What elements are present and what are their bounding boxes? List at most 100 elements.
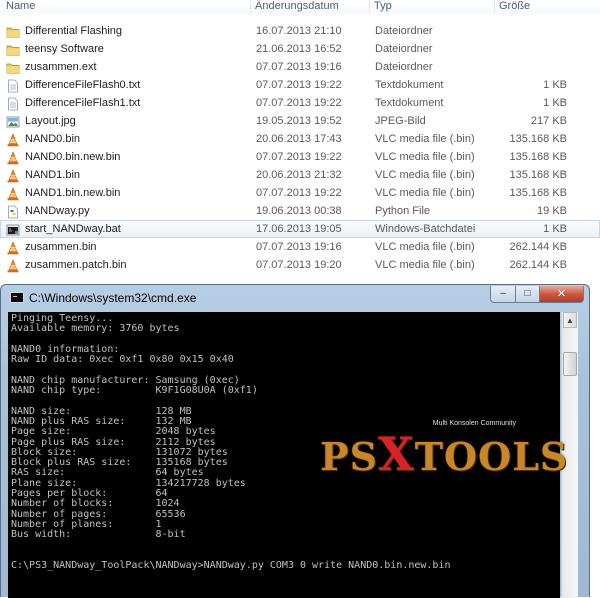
vlc-cone-icon [6, 187, 20, 201]
file-size: 1 KB [543, 223, 567, 235]
cmd-icon[interactable] [10, 292, 24, 303]
file-type: VLC media file (.bin) [375, 187, 475, 199]
file-type: VLC media file (.bin) [375, 241, 475, 253]
file-row[interactable]: Differential Flashing 16.07.2013 21:10 Dat… [0, 22, 600, 40]
file-date: 07.07.2013 19:22 [256, 151, 342, 163]
column-type[interactable]: Typ [374, 0, 392, 12]
watermark-ps: PS [320, 434, 379, 479]
watermark-x: X [378, 427, 415, 481]
file-date: 07.07.2013 19:20 [256, 259, 342, 271]
file-name: DifferenceFileFlash0.txt [25, 79, 141, 91]
file-row[interactable]: start_NANDway.bat 17.06.2013 19:05 Windows… [0, 220, 600, 238]
file-date: 17.06.2013 19:05 [256, 223, 342, 235]
file-date: 16.07.2013 21:10 [256, 25, 342, 37]
file-row[interactable]: NAND1.bin.new.bin 07.07.2013 19:22 VLC med… [0, 184, 600, 202]
maximize-button[interactable]: □ [515, 286, 540, 303]
watermark-tools: TOOLS [414, 434, 569, 479]
console-line: Bus width: 8-bit [11, 529, 186, 541]
file-row[interactable]: NANDway.py 19.06.2013 00:38 Python File 19 … [0, 202, 600, 220]
python-file-icon [6, 205, 20, 219]
file-date: 07.07.2013 19:22 [256, 79, 342, 91]
file-row[interactable]: zusammen.patch.bin 07.07.2013 19:20 VLC me… [0, 256, 600, 274]
file-type: Dateiordner [375, 61, 433, 73]
console-line: Available memory: 3760 bytes [11, 323, 180, 335]
file-size: 135.168 KB [509, 169, 568, 181]
scroll-up-arrow-icon[interactable]: ▲ [563, 312, 577, 328]
vlc-cone-icon [6, 133, 20, 147]
file-date: 21.06.2013 16:52 [256, 43, 342, 55]
file-size: 135.168 KB [509, 187, 568, 199]
vlc-cone-icon [6, 151, 20, 165]
image-file-icon [6, 115, 20, 129]
file-name: NAND1.bin [25, 169, 81, 181]
file-date: 20.06.2013 17:43 [256, 133, 342, 145]
file-size: 1 KB [543, 97, 567, 109]
file-name: zusammen.ext [25, 61, 97, 73]
file-type: VLC media file (.bin) [375, 169, 475, 181]
file-name: NAND1.bin.new.bin [25, 187, 121, 199]
file-list: Differential Flashing 16.07.2013 21:10 Dat… [0, 22, 600, 274]
column-size[interactable]: Größe [499, 0, 530, 12]
folder-icon [6, 61, 20, 75]
file-size: 262.144 KB [509, 259, 568, 271]
file-date: 20.06.2013 21:32 [256, 169, 342, 181]
file-type: Textdokument [375, 97, 444, 109]
file-name: teensy Software [25, 43, 104, 55]
file-row[interactable]: NAND1.bin 20.06.2013 21:32 VLC media file … [0, 166, 600, 184]
file-type: VLC media file (.bin) [375, 133, 475, 145]
file-size: 135.168 KB [509, 151, 568, 163]
console-line: C:\PS3_NANDway_ToolPack\NANDway>NANDway.… [11, 560, 451, 572]
file-date: 07.07.2013 19:16 [256, 241, 342, 253]
file-row[interactable]: NAND0.bin.new.bin 07.07.2013 19:22 VLC med… [0, 148, 600, 166]
file-row[interactable]: teensy Software 21.06.2013 16:52 Dateiordn… [0, 40, 600, 58]
folder-icon [6, 43, 20, 57]
file-name: NAND0.bin [25, 133, 81, 145]
file-type: Dateiordner [375, 43, 433, 55]
file-size: 135.168 KB [509, 133, 568, 145]
file-name: NAND0.bin.new.bin [25, 151, 121, 163]
file-name: Layout.jpg [25, 115, 76, 127]
file-name: zusammen.bin [25, 241, 97, 253]
vlc-cone-icon [6, 241, 20, 255]
file-row[interactable]: zusammen.bin 07.07.2013 19:16 VLC media fi… [0, 238, 600, 256]
column-name[interactable]: Name [6, 0, 35, 12]
vlc-cone-icon [6, 259, 20, 273]
file-type: Dateiordner [375, 25, 433, 37]
file-type: Python File [375, 205, 431, 217]
file-type: VLC media file (.bin) [375, 259, 475, 271]
file-row[interactable]: DifferenceFileFlash1.txt 07.07.2013 19:22… [0, 94, 600, 112]
file-row[interactable]: NAND0.bin 20.06.2013 17:43 VLC media file … [0, 130, 600, 148]
file-name: Differential Flashing [25, 25, 123, 37]
file-date: 19.05.2013 19:52 [256, 115, 342, 127]
file-date: 19.06.2013 00:38 [256, 205, 342, 217]
file-name: DifferenceFileFlash1.txt [25, 97, 141, 109]
column-divider[interactable] [494, 0, 495, 14]
text-file-icon [6, 79, 20, 93]
file-name: NANDway.py [25, 205, 90, 217]
file-size: 262.144 KB [509, 241, 568, 253]
scroll-thumb[interactable] [563, 352, 577, 376]
watermark-tagline: Multi Konsolen Community [432, 420, 516, 427]
file-size: 1 KB [543, 79, 567, 91]
file-type: JPEG-Bild [375, 115, 426, 127]
file-row[interactable]: DifferenceFileFlash0.txt 07.07.2013 19:22… [0, 76, 600, 94]
column-date[interactable]: Änderungsdatum [255, 0, 339, 12]
window-title: C:\Windows\system32\cmd.exe [29, 291, 197, 305]
vlc-cone-icon [6, 169, 20, 183]
column-divider[interactable] [250, 0, 251, 14]
file-type: Windows-Batchdatei [375, 223, 476, 235]
close-button[interactable]: ✕ [539, 286, 584, 303]
minimize-button[interactable]: – [490, 286, 516, 303]
column-divider[interactable] [369, 0, 370, 14]
file-size: 19 KB [537, 205, 567, 217]
file-row[interactable]: Layout.jpg 19.05.2013 19:52 JPEG-Bild 217 K… [0, 112, 600, 130]
file-date: 07.07.2013 19:22 [256, 97, 342, 109]
watermark-logo: PSXTOOLS [320, 427, 568, 481]
console-line: Raw ID data: 0xec 0xf1 0x80 0x15 0x40 [11, 354, 234, 366]
batch-file-icon [6, 223, 20, 237]
file-date: 07.07.2013 19:22 [256, 187, 342, 199]
title-bar[interactable]: C:\Windows\system32\cmd.exe – □ ✕ [1, 285, 589, 311]
file-row[interactable]: zusammen.ext 07.07.2013 19:16 Dateiordner [0, 58, 600, 76]
console-line: NAND chip type: K9F1G08U0A (0xf1) [11, 385, 258, 397]
